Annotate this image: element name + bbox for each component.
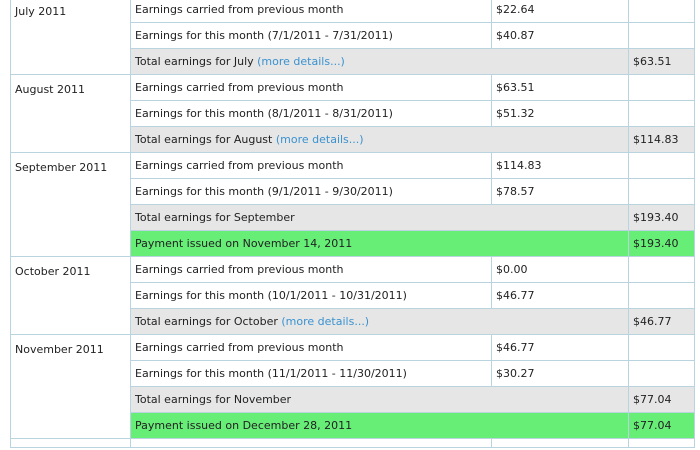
month-earnings-label: Earnings for this month (11/1/2011 - 11/… (130, 360, 492, 387)
empty-cell (628, 152, 695, 179)
empty-cell (628, 334, 695, 361)
total-label: Total earnings for July (135, 55, 254, 68)
total-cell: Total earnings for October (more details… (130, 308, 629, 335)
table-row: July 2011 Earnings carried from previous… (10, 0, 695, 75)
carried-amount: $0.00 (491, 256, 629, 283)
more-details-link[interactable]: (more details...) (257, 55, 345, 68)
total-amount: $77.04 (628, 386, 695, 413)
carried-label: Earnings carried from previous month (130, 0, 492, 23)
month-earnings-amount: $40.87 (491, 22, 629, 49)
payment-amount: $193.40 (628, 230, 695, 257)
month-earnings-label: Earnings for this month (8/1/2011 - 8/31… (130, 100, 492, 127)
month-label: September 2011 (10, 152, 131, 257)
earnings-table: July 2011 Earnings carried from previous… (10, 0, 695, 448)
total-label: Total earnings for October (135, 315, 278, 328)
month-earnings-amount: $51.32 (491, 100, 629, 127)
month-label: July 2011 (10, 0, 131, 75)
month-earnings-amount: $30.27 (491, 360, 629, 387)
month-earnings-label: Earnings for this month (9/1/2011 - 9/30… (130, 178, 492, 205)
empty-cell (130, 438, 492, 448)
empty-cell (491, 438, 629, 448)
total-amount: $114.83 (628, 126, 695, 153)
carried-amount: $63.51 (491, 74, 629, 101)
carried-label: Earnings carried from previous month (130, 256, 492, 283)
empty-cell (628, 282, 695, 309)
carried-label: Earnings carried from previous month (130, 74, 492, 101)
total-amount: $46.77 (628, 308, 695, 335)
empty-cell (628, 74, 695, 101)
payment-label: Payment issued on December 28, 2011 (130, 412, 629, 439)
table-row: October 2011 Earnings carried from previ… (10, 256, 695, 335)
total-label: Total earnings for September (130, 204, 629, 231)
total-label: Total earnings for August (135, 133, 273, 146)
carried-amount: $22.64 (491, 0, 629, 23)
table-row: August 2011 Earnings carried from previo… (10, 74, 695, 153)
month-earnings-label: Earnings for this month (10/1/2011 - 10/… (130, 282, 492, 309)
carried-label: Earnings carried from previous month (130, 334, 492, 361)
month-label: November 2011 (10, 334, 131, 439)
payment-label: Payment issued on November 14, 2011 (130, 230, 629, 257)
empty-cell (628, 438, 695, 448)
month-label: August 2011 (10, 74, 131, 153)
table-row: November 2011 Earnings carried from prev… (10, 334, 695, 439)
more-details-link[interactable]: (more details...) (276, 133, 364, 146)
total-cell: Total earnings for August (more details.… (130, 126, 629, 153)
carried-amount: $114.83 (491, 152, 629, 179)
empty-cell (628, 178, 695, 205)
empty-cell (628, 0, 695, 23)
carried-label: Earnings carried from previous month (130, 152, 492, 179)
carried-amount: $46.77 (491, 334, 629, 361)
month-earnings-amount: $46.77 (491, 282, 629, 309)
total-label: Total earnings for November (130, 386, 629, 413)
month-earnings-amount: $78.57 (491, 178, 629, 205)
payment-amount: $77.04 (628, 412, 695, 439)
table-row: September 2011 Earnings carried from pre… (10, 152, 695, 257)
month-earnings-label: Earnings for this month (7/1/2011 - 7/31… (130, 22, 492, 49)
empty-cell (10, 438, 131, 448)
month-label: October 2011 (10, 256, 131, 335)
more-details-link[interactable]: (more details...) (281, 315, 369, 328)
total-amount: $63.51 (628, 48, 695, 75)
total-amount: $193.40 (628, 204, 695, 231)
empty-cell (628, 256, 695, 283)
empty-cell (628, 100, 695, 127)
empty-cell (628, 360, 695, 387)
empty-cell (628, 22, 695, 49)
table-row-partial (10, 438, 695, 448)
total-cell: Total earnings for July (more details...… (130, 48, 629, 75)
